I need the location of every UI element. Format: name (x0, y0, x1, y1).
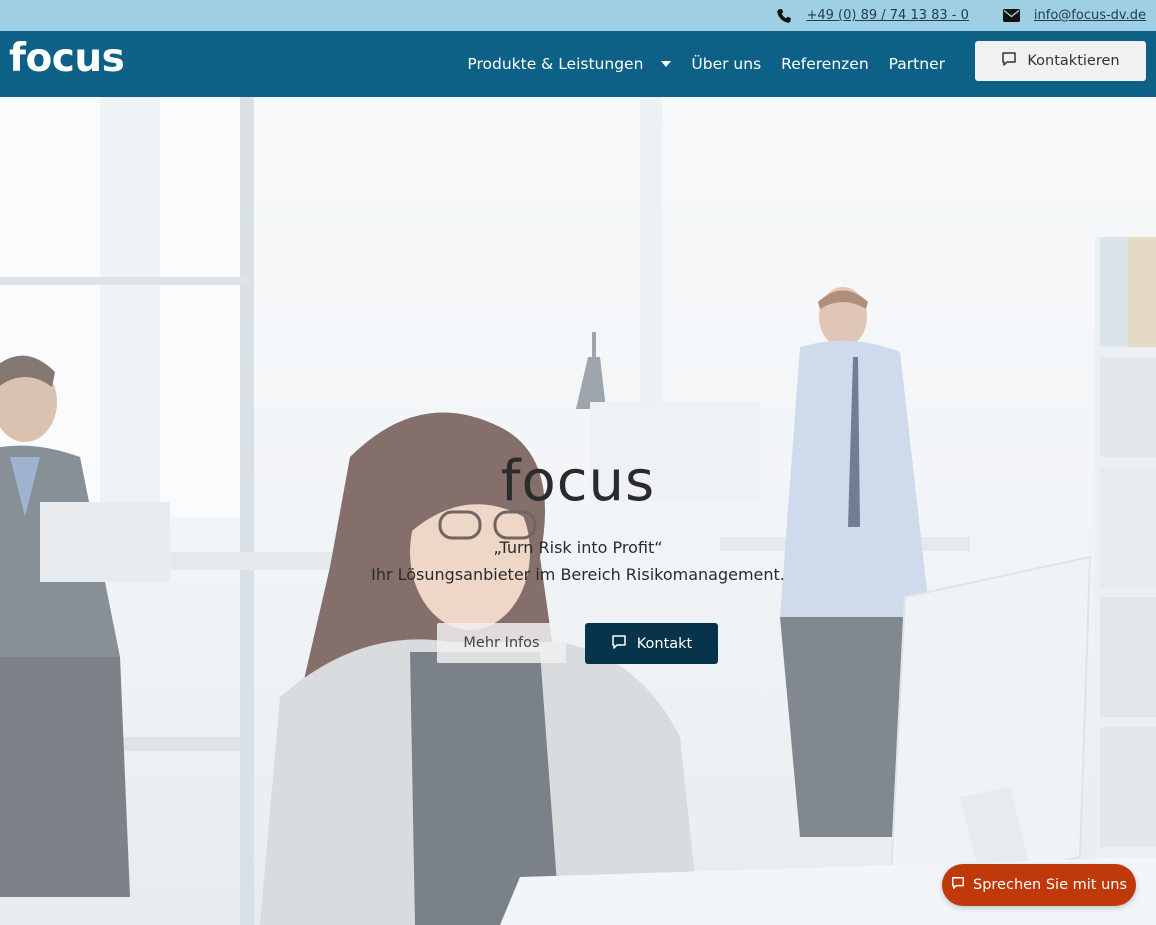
nav-item-referenzen[interactable]: Referenzen (781, 55, 869, 73)
nav-item-ueber-uns[interactable]: Über uns (691, 55, 761, 73)
top-contact-bar: +49 (0) 89 / 74 13 83 - 0 info@focus-dv.… (0, 0, 1156, 31)
logo[interactable]: focus (9, 36, 125, 81)
hero-tagline: „Turn Risk into Profit“ (493, 538, 663, 557)
hero-title: focus (500, 449, 656, 514)
nav-item-label: Referenzen (781, 55, 869, 73)
nav-item-label: Partner (888, 55, 945, 73)
nav-links: Produkte & Leistungen Über uns Referenze… (467, 31, 945, 97)
nav-item-produkte[interactable]: Produkte & Leistungen (467, 55, 672, 73)
envelope-icon (1002, 9, 1020, 22)
hero-content: focus „Turn Risk into Profit“ Ihr Lösung… (0, 97, 1156, 925)
speech-bubble-icon (1001, 51, 1017, 71)
chat-label: Sprechen Sie mit uns (973, 877, 1127, 893)
speech-bubble-icon (611, 634, 627, 654)
nav-item-label: Produkte & Leistungen (467, 55, 644, 73)
kontakt-button[interactable]: Kontakt (585, 623, 718, 664)
kontaktieren-button[interactable]: Kontaktieren (975, 41, 1146, 81)
hero-subtitle: Ihr Lösungsanbieter im Bereich Risikoman… (371, 565, 785, 584)
email-link[interactable]: info@focus-dv.de (1034, 8, 1146, 23)
main-navbar: focus Produkte & Leistungen Über uns Ref… (0, 31, 1156, 97)
phone-icon (776, 8, 792, 24)
chat-icon (951, 876, 965, 894)
mehr-infos-button[interactable]: Mehr Infos (437, 623, 566, 663)
nav-item-label: Über uns (691, 55, 762, 73)
hero-section: focus „Turn Risk into Profit“ Ihr Lösung… (0, 97, 1156, 925)
chat-widget-button[interactable]: Sprechen Sie mit uns (942, 864, 1136, 906)
email-contact[interactable]: info@focus-dv.de (1002, 8, 1146, 23)
kontaktieren-label: Kontaktieren (1027, 53, 1120, 69)
chevron-down-icon (661, 61, 672, 67)
nav-item-partner[interactable]: Partner (889, 55, 945, 73)
kontakt-label: Kontakt (636, 635, 693, 652)
phone-link[interactable]: +49 (0) 89 / 74 13 83 - 0 (806, 8, 968, 23)
phone-contact[interactable]: +49 (0) 89 / 74 13 83 - 0 (776, 8, 969, 24)
